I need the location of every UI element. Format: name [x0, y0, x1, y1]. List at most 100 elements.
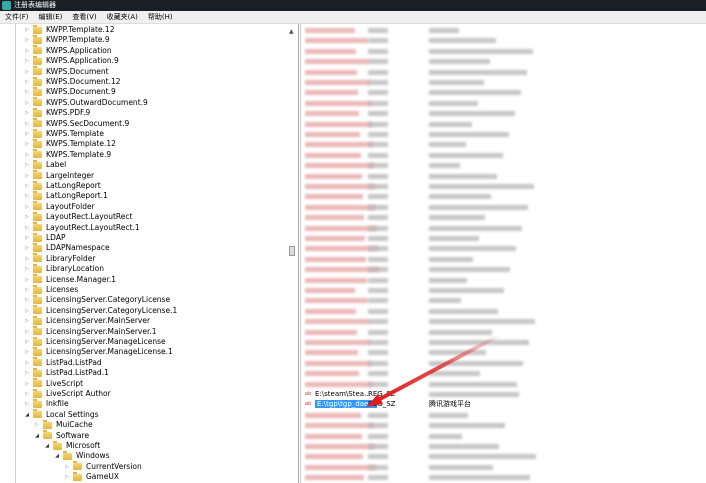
value-row[interactable] — [301, 56, 706, 66]
tree-node[interactable]: ▷ KWPS.Template.12 — [23, 138, 116, 149]
menu-item-0[interactable]: 文件(F) — [0, 11, 34, 23]
value-row[interactable] — [301, 129, 706, 139]
expand-arrow-icon[interactable]: ▷ — [23, 285, 31, 295]
value-row[interactable] — [301, 243, 706, 253]
value-row[interactable] — [301, 337, 706, 347]
tree-node[interactable]: ▷ KWPS.OutwardDocument.9 — [23, 97, 148, 108]
tree-node[interactable]: ▷ LicensingServer.MainServer.1 — [23, 326, 157, 337]
expand-arrow-icon[interactable]: ▷ — [23, 181, 31, 191]
value-row[interactable] — [301, 358, 706, 368]
tree-node[interactable]: ▷ ListPad.ListPad.1 — [23, 367, 109, 378]
tree-node[interactable]: ◢ Software — [33, 430, 89, 441]
expand-arrow-icon[interactable]: ▷ — [23, 368, 31, 378]
value-row[interactable] — [301, 77, 706, 87]
value-row[interactable] — [301, 160, 706, 170]
expand-arrow-icon[interactable]: ▷ — [23, 358, 31, 368]
value-row[interactable] — [301, 233, 706, 243]
value-row[interactable] — [301, 150, 706, 160]
value-row[interactable] — [301, 171, 706, 181]
expand-arrow-icon[interactable]: ▷ — [23, 233, 31, 243]
expand-arrow-icon[interactable]: ▷ — [23, 212, 31, 222]
expand-arrow-icon[interactable]: ▷ — [23, 56, 31, 66]
value-row[interactable] — [301, 368, 706, 378]
tree-node[interactable]: ▷ KWPS.Document.12 — [23, 76, 121, 87]
menu-item-2[interactable]: 查看(V) — [67, 11, 101, 23]
registry-tree[interactable]: ▷ KWPP.Template.12 ▷ KWPP.Template.9 ▷ KWPS.A… — [15, 24, 297, 483]
expand-arrow-icon[interactable]: ▷ — [23, 254, 31, 264]
expand-arrow-icon[interactable]: ▷ — [23, 306, 31, 316]
tree-node[interactable]: ▷ LibraryLocation — [23, 263, 104, 274]
tree-node[interactable]: ▷ KWPP.Template.12 — [23, 24, 114, 35]
tree-node[interactable]: ▷ LibraryFolder — [23, 253, 95, 264]
expand-arrow-icon[interactable]: ▷ — [23, 108, 31, 118]
scrollbar-thumb[interactable] — [289, 246, 295, 256]
value-row[interactable]: ab E:\tgp\tgp_dae... REG_SZ 腾讯游戏平台 — [301, 399, 706, 409]
expand-arrow-icon[interactable]: ▷ — [63, 462, 71, 472]
expand-arrow-icon[interactable]: ▷ — [23, 129, 31, 139]
expand-arrow-icon[interactable]: ▷ — [23, 327, 31, 337]
tree-node[interactable]: ◢ Local Settings — [23, 409, 99, 420]
value-row[interactable] — [301, 254, 706, 264]
tree-node[interactable]: ▷ License.Manager.1 — [23, 274, 116, 285]
value-row[interactable] — [301, 451, 706, 461]
value-row[interactable] — [301, 87, 706, 97]
tree-node[interactable]: ▷ KWPS.Document — [23, 66, 109, 77]
value-row[interactable] — [301, 46, 706, 56]
tree-node[interactable]: ▷ KWPS.SecDocument.9 — [23, 118, 129, 129]
value-row[interactable] — [301, 139, 706, 149]
tree-node[interactable]: ▷ LicensingServer.ManageLicense — [23, 336, 166, 347]
value-row[interactable] — [301, 212, 706, 222]
menu-item-1[interactable]: 编辑(E) — [34, 11, 68, 23]
tree-node[interactable]: ▷ KWPS.Template.9 — [23, 149, 111, 160]
value-row[interactable] — [301, 306, 706, 316]
expand-arrow-icon[interactable]: ▷ — [23, 46, 31, 56]
expand-arrow-icon[interactable]: ▷ — [23, 119, 31, 129]
expand-arrow-icon[interactable]: ▷ — [23, 77, 31, 87]
tree-node[interactable]: ▷ GameUX — [63, 471, 119, 482]
tree-node[interactable]: ▷ LicensingServer.CategoryLicense.1 — [23, 305, 177, 316]
expand-arrow-icon[interactable]: ▷ — [23, 191, 31, 201]
value-row[interactable] — [301, 35, 706, 45]
collapse-arrow-icon[interactable]: ◢ — [53, 451, 61, 461]
expand-arrow-icon[interactable]: ▷ — [23, 295, 31, 305]
tree-node[interactable]: ▷ LDAP — [23, 232, 65, 243]
value-row[interactable] — [301, 441, 706, 451]
expand-arrow-icon[interactable]: ▷ — [23, 399, 31, 409]
value-row[interactable] — [301, 191, 706, 201]
value-row[interactable] — [301, 431, 706, 441]
expand-arrow-icon[interactable]: ▷ — [23, 316, 31, 326]
collapse-arrow-icon[interactable]: ◢ — [23, 410, 31, 420]
scroll-up-icon[interactable]: ▲ — [289, 28, 294, 35]
value-row[interactable] — [301, 462, 706, 472]
tree-node[interactable]: ▷ LDAPNamespace — [23, 242, 110, 253]
value-row[interactable] — [301, 202, 706, 212]
tree-node[interactable]: ▷ CurrentVersion — [63, 461, 142, 472]
value-row[interactable] — [301, 347, 706, 357]
tree-node[interactable]: ▷ LicensingServer.CategoryLicense — [23, 294, 170, 305]
expand-arrow-icon[interactable]: ▷ — [23, 171, 31, 181]
menu-item-4[interactable]: 帮助(H) — [143, 11, 178, 23]
tree-scrollbar[interactable]: ▲ — [287, 24, 299, 483]
expand-arrow-icon[interactable]: ▷ — [23, 150, 31, 160]
tree-node[interactable]: ▷ KWPS.Application — [23, 45, 112, 56]
value-row[interactable] — [301, 181, 706, 191]
expand-arrow-icon[interactable]: ▷ — [23, 243, 31, 253]
tree-node[interactable]: ▷ Licenses — [23, 284, 78, 295]
value-row[interactable] — [301, 472, 706, 482]
menu-item-3[interactable]: 收藏夹(A) — [102, 11, 143, 23]
tree-node[interactable]: ▷ LicensingServer.ManageLicense.1 — [23, 346, 173, 357]
value-row[interactable] — [301, 98, 706, 108]
tree-node[interactable]: ◢ Windows — [53, 450, 109, 461]
expand-arrow-icon[interactable]: ▷ — [23, 347, 31, 357]
expand-arrow-icon[interactable]: ▷ — [23, 275, 31, 285]
tree-node[interactable]: ▷ LayoutRect.LayoutRect.1 — [23, 222, 140, 233]
expand-arrow-icon[interactable]: ▷ — [23, 35, 31, 45]
tree-node[interactable]: ▷ lnkfile — [23, 398, 69, 409]
collapse-arrow-icon[interactable]: ◢ — [43, 441, 51, 451]
expand-arrow-icon[interactable]: ▷ — [23, 223, 31, 233]
value-row[interactable] — [301, 25, 706, 35]
expand-arrow-icon[interactable]: ▷ — [23, 139, 31, 149]
value-row[interactable] — [301, 67, 706, 77]
tree-node[interactable]: ▷ LayoutFolder — [23, 201, 95, 212]
expand-arrow-icon[interactable]: ▷ — [23, 25, 31, 35]
